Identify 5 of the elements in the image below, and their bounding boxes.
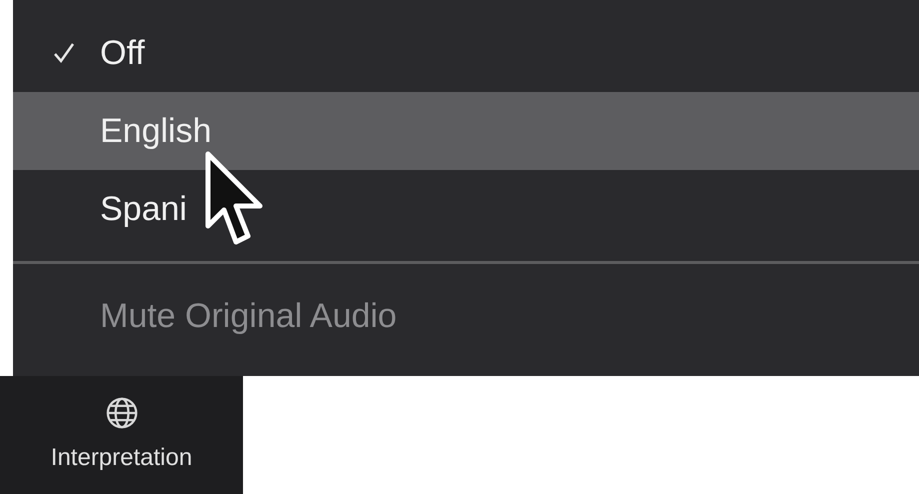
menu-item[interactable]: English — [13, 92, 919, 170]
interpretation-button[interactable]: Interpretation — [0, 376, 243, 494]
menu-item[interactable]: Off — [13, 14, 919, 92]
menu-item[interactable]: Spani — [13, 170, 919, 248]
globe-icon — [104, 396, 138, 430]
